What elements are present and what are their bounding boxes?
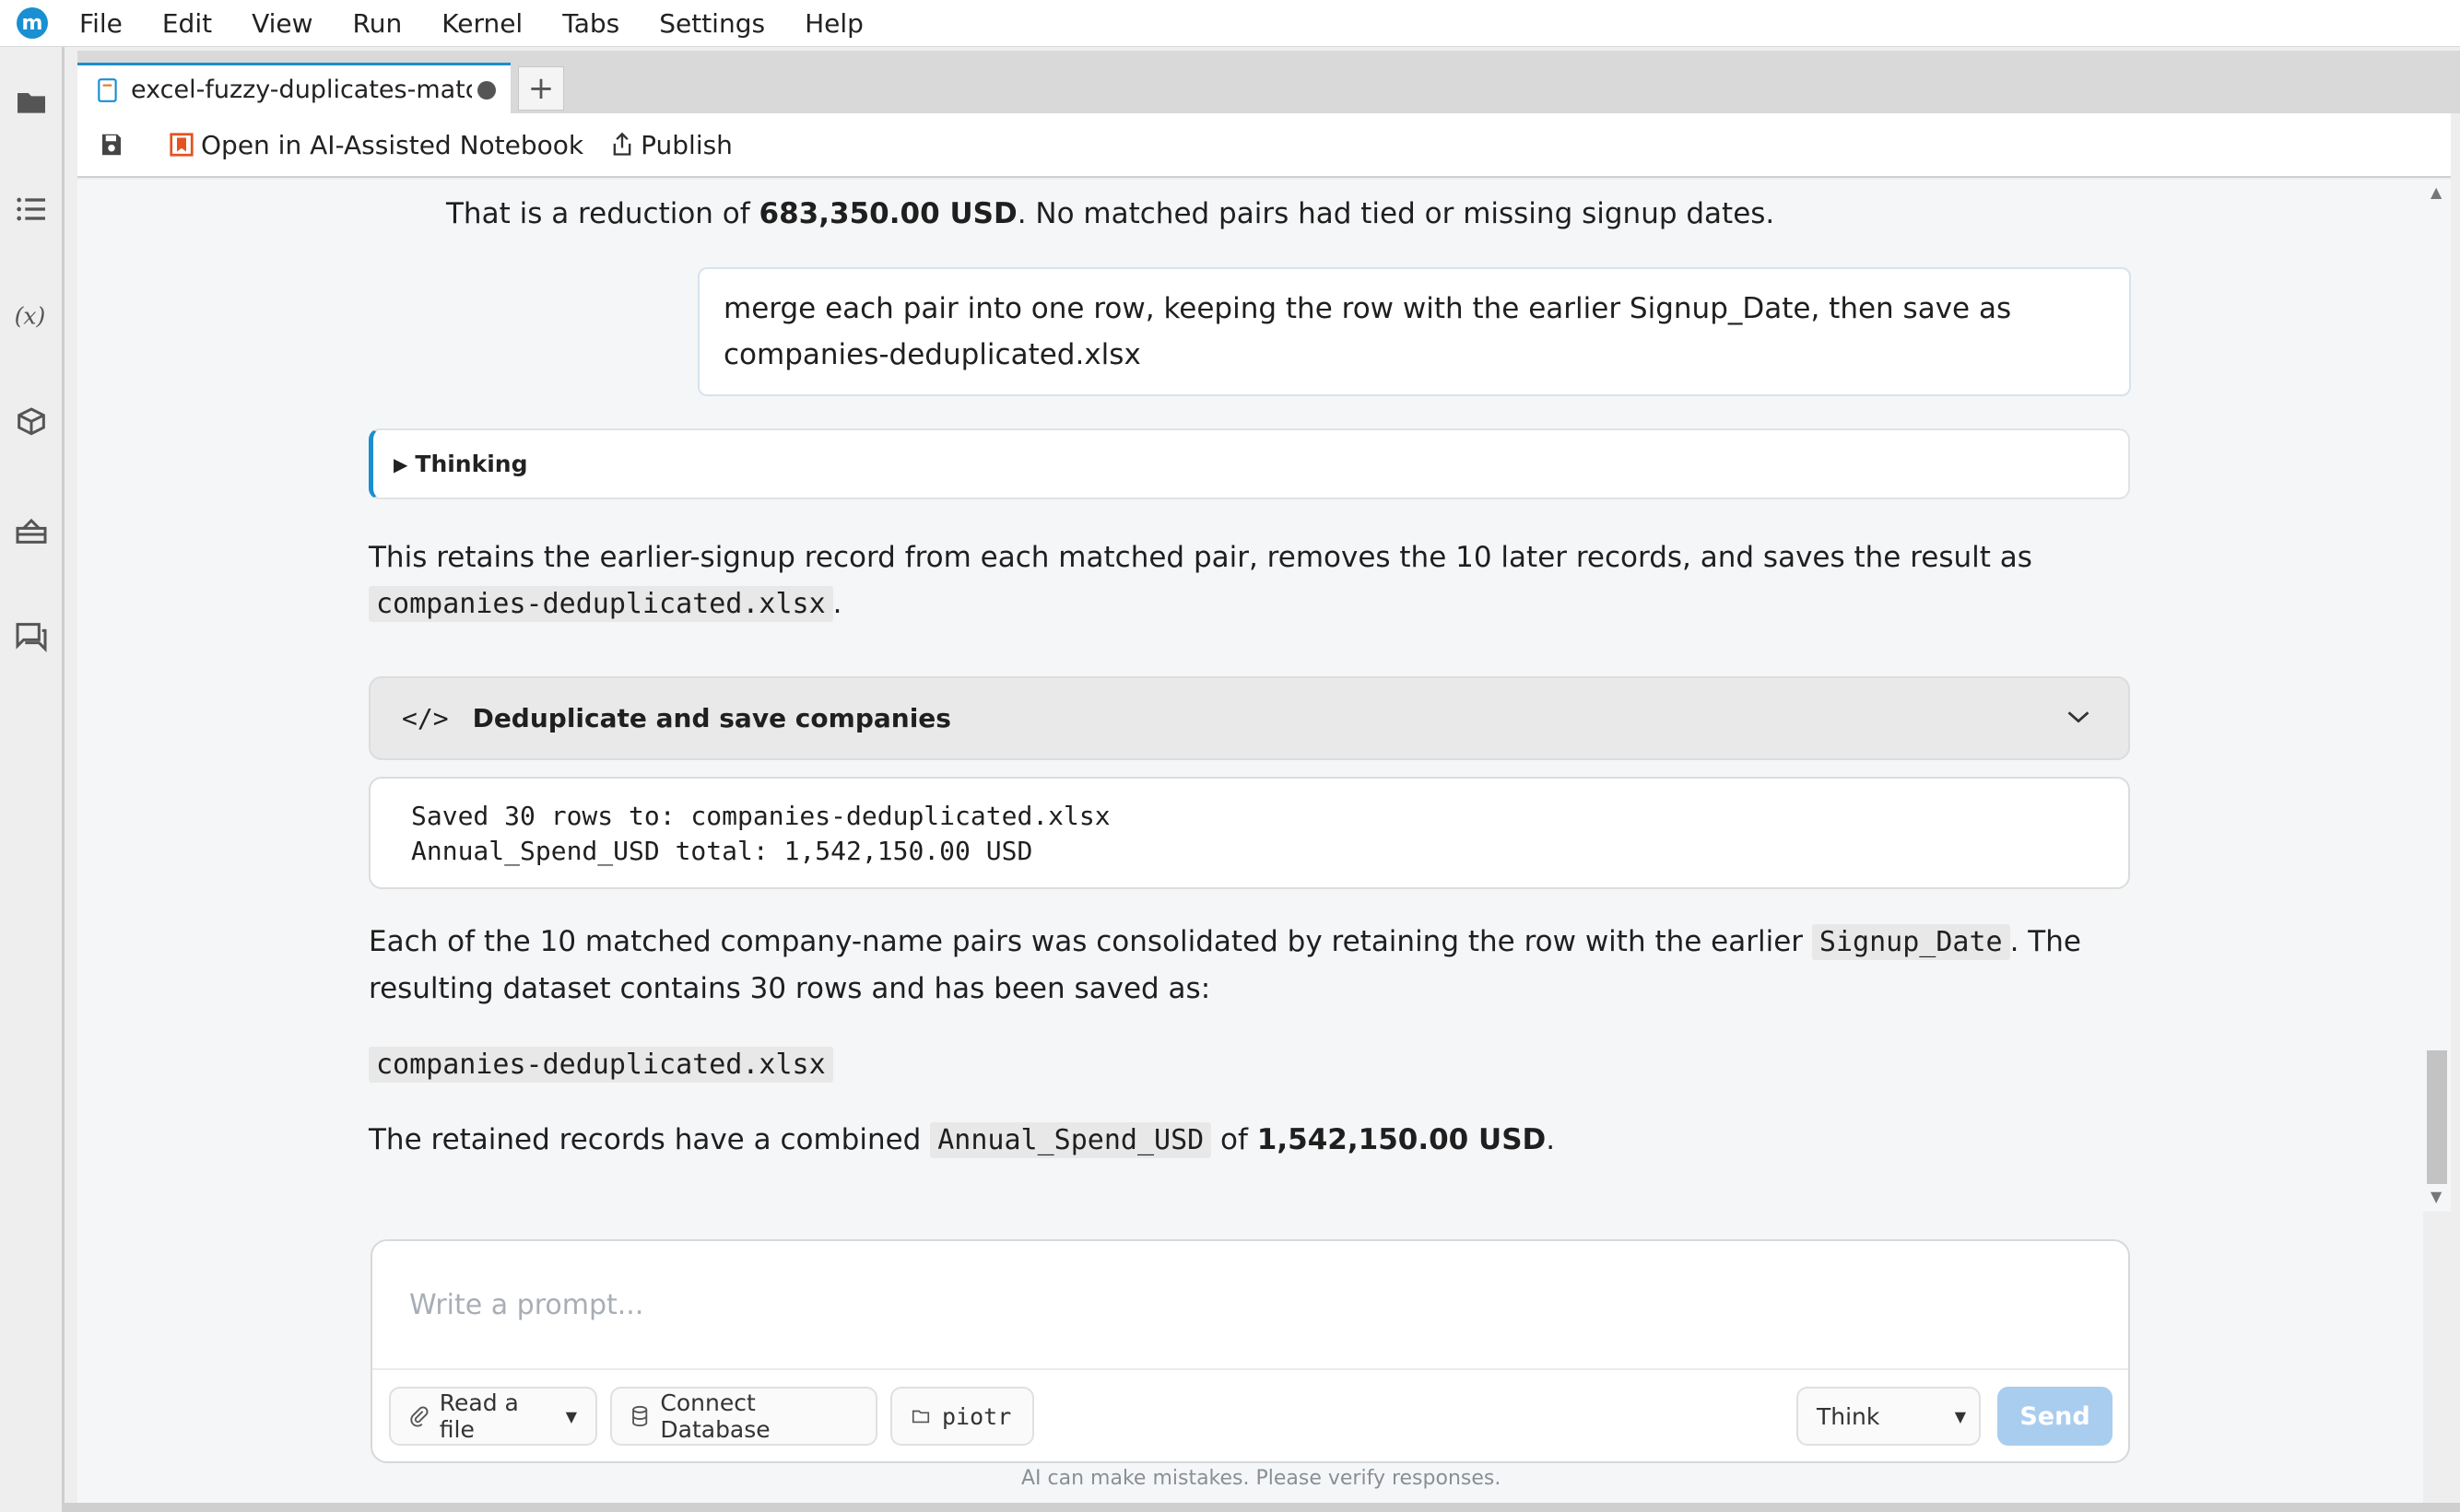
app-logo: m [17, 7, 48, 39]
extensions-icon[interactable] [11, 403, 52, 443]
final-suffix: . [1546, 1123, 1556, 1156]
final-paragraph: The retained records have a combined Ann… [369, 1117, 2129, 1164]
menu-kernel[interactable]: Kernel [441, 8, 523, 39]
saved-filename-code: companies-deduplicated.xlsx [369, 1047, 833, 1083]
menu-run[interactable]: Run [353, 8, 403, 39]
retains-suffix: . [832, 587, 842, 620]
scroll-down-arrow-icon[interactable]: ▼ [2431, 1188, 2442, 1205]
tab-title: excel-fuzzy-duplicates-matching.ipynb [131, 76, 472, 104]
retains-filename: companies-deduplicated.xlsx [369, 586, 833, 622]
read-file-button[interactable]: Read a file ▼ [389, 1387, 597, 1446]
retains-paragraph: This retains the earlier-signup record f… [369, 534, 2101, 627]
variables-icon[interactable]: (x) [11, 296, 52, 336]
prompt-input[interactable] [372, 1241, 2128, 1370]
intro-prefix: That is a reduction of [446, 197, 759, 230]
code-output: Saved 30 rows to: companies-deduplicated… [369, 777, 2130, 889]
menu-edit[interactable]: Edit [162, 8, 212, 39]
window-bottom-border [65, 1503, 2460, 1512]
save-button[interactable] [98, 131, 131, 158]
database-icon [632, 1405, 648, 1427]
select-caret-icon: ▼ [1954, 1407, 1966, 1425]
mode-select[interactable]: Think ▼ [1796, 1387, 1981, 1446]
chevron-down-icon[interactable] [2066, 708, 2091, 726]
prompt-composer: Read a file ▼ Connect Database piotr Thi… [371, 1239, 2130, 1463]
saved-file-paragraph: companies-deduplicated.xlsx [369, 1041, 2129, 1088]
publish-label: Publish [641, 129, 733, 160]
toolbox-icon[interactable] [11, 510, 52, 550]
open-ai-notebook-label: Open in AI-Assisted Notebook [201, 129, 584, 160]
save-icon [102, 134, 121, 156]
svg-text:(x): (x) [15, 302, 46, 329]
mode-select-label: Think [1817, 1402, 1880, 1430]
folder-icon[interactable] [11, 82, 52, 123]
reduction-amount: 683,350.00 USD [759, 197, 1018, 230]
code-icon: </> [402, 703, 449, 733]
menu-view[interactable]: View [252, 8, 312, 39]
notebook-tab[interactable]: excel-fuzzy-duplicates-matching.ipynb [77, 63, 511, 114]
publish-icon [613, 132, 631, 156]
unsaved-dot-icon[interactable] [477, 80, 496, 100]
final-prefix: The retained records have a combined [369, 1123, 931, 1156]
menu-help[interactable]: Help [805, 8, 864, 39]
signup-date-code: Signup_Date [1811, 924, 2010, 960]
scroll-thumb[interactable] [2427, 1050, 2447, 1184]
menu-file[interactable]: File [79, 8, 123, 39]
menu-settings[interactable]: Settings [659, 8, 765, 39]
send-button[interactable]: Send [1997, 1387, 2113, 1446]
thinking-toggle[interactable]: ▶ Thinking [369, 428, 2130, 499]
summary-prefix: Each of the 10 matched company-name pair… [369, 925, 1812, 958]
read-file-label: Read a file [439, 1389, 519, 1443]
add-tab-button[interactable]: + [518, 66, 564, 111]
publish-button[interactable]: Publish [609, 130, 733, 160]
folder-open-icon [912, 1410, 930, 1424]
connect-database-label: Connect Database [660, 1389, 771, 1443]
scroll-up-arrow-icon[interactable]: ▲ [2431, 183, 2442, 201]
code-block-header[interactable]: </> Deduplicate and save companies [369, 676, 2130, 760]
chat-scrollbar[interactable]: ▲ ▼ [2423, 180, 2451, 1212]
connect-database-button[interactable]: Connect Database [610, 1387, 877, 1446]
intro-paragraph: That is a reduction of 683,350.00 USD. N… [446, 191, 2207, 237]
open-ai-notebook-button[interactable]: Open in AI-Assisted Notebook [168, 130, 583, 160]
activity-bar: (x) [0, 47, 65, 1512]
folder-label: piotr [942, 1402, 1012, 1430]
notebook-file-icon [98, 77, 117, 102]
output-line-2: Annual_Spend_USD total: 1,542,150.00 USD [411, 836, 1033, 866]
expand-triangle-icon: ▶ [394, 452, 408, 475]
ai-notebook-icon [170, 133, 194, 157]
notebook-toolbar: Open in AI-Assisted Notebook Publish [77, 113, 2451, 178]
chat-icon[interactable] [11, 616, 52, 657]
thinking-label: Thinking [415, 451, 528, 477]
code-block-title: Deduplicate and save companies [472, 703, 951, 733]
intro-suffix: . No matched pairs had tied or missing s… [1017, 197, 1775, 230]
dropdown-caret-icon: ▼ [565, 1407, 577, 1425]
final-mid: of [1211, 1123, 1257, 1156]
total-amount: 1,542,150.00 USD [1256, 1123, 1547, 1156]
ai-disclaimer: AI can make mistakes. Please verify resp… [1021, 1467, 1501, 1490]
folder-button[interactable]: piotr [890, 1387, 1034, 1446]
retains-prefix: This retains the earlier-signup record f… [369, 541, 2032, 574]
summary-paragraph: Each of the 10 matched company-name pair… [369, 919, 2120, 1012]
table-of-contents-icon[interactable] [11, 189, 52, 229]
menu-bar: m File Edit View Run Kernel Tabs Setting… [0, 0, 2460, 47]
output-line-1: Saved 30 rows to: companies-deduplicated… [411, 801, 1111, 831]
paperclip-icon [410, 1406, 429, 1427]
user-message: merge each pair into one row, keeping th… [698, 267, 2131, 396]
annual-spend-code: Annual_Spend_USD [930, 1122, 1212, 1158]
menu-tabs[interactable]: Tabs [562, 8, 619, 39]
tab-strip: excel-fuzzy-duplicates-matching.ipynb + [77, 51, 2460, 114]
